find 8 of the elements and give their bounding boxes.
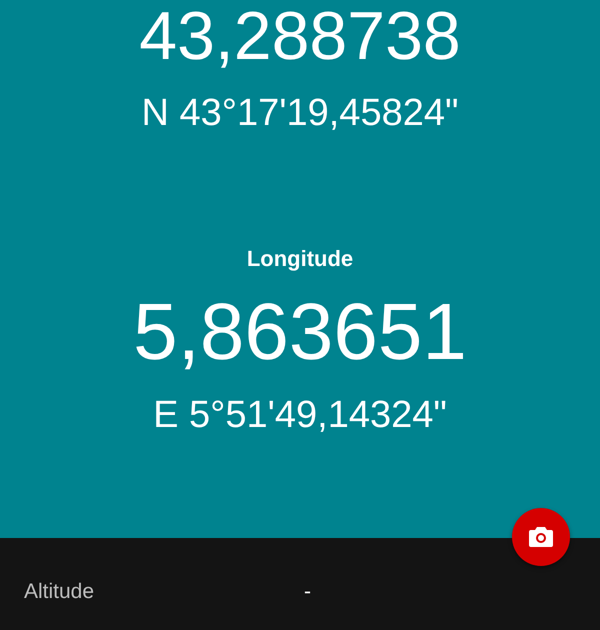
longitude-decimal: 5,863651 <box>133 292 467 372</box>
altitude-label: Altitude <box>24 580 96 604</box>
longitude-label: Longitude <box>246 246 354 272</box>
latitude-dms: N 43°17'19,45824" <box>142 94 458 132</box>
latitude-decimal: 43,288738 <box>139 2 461 70</box>
altitude-value: - <box>304 580 311 604</box>
camera-icon <box>529 527 553 547</box>
longitude-dms: E 5°51'49,14324" <box>153 396 447 434</box>
